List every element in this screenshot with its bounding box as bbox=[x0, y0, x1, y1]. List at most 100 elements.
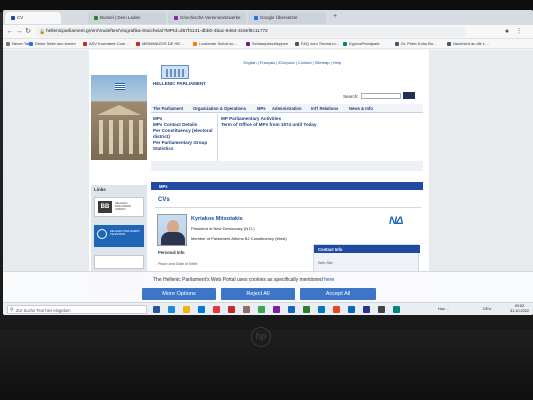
bookmark[interactable]: Neuer Tab bbox=[6, 41, 30, 46]
bookmark-icon bbox=[447, 41, 451, 46]
browser-tab[interactable]: Google Übersetzer bbox=[248, 12, 326, 24]
profile-icon[interactable]: ● bbox=[503, 28, 511, 36]
mps-submenu-right: MP Parliamentary Activities Term of Offi… bbox=[221, 116, 341, 128]
bookmark[interactable]: Lockende Sofort so… bbox=[193, 41, 237, 46]
link-banner[interactable] bbox=[94, 255, 144, 269]
lock-icon: 🔒 bbox=[39, 29, 46, 35]
menu-item-administration[interactable]: Administration bbox=[272, 106, 302, 111]
column-shape bbox=[99, 120, 103, 154]
taskbar-app-icon[interactable] bbox=[318, 306, 325, 313]
tab-label: Bunsel | Dein Laden bbox=[100, 15, 141, 20]
bookmark-icon bbox=[6, 41, 10, 46]
section-bar-label: MPs bbox=[159, 183, 168, 189]
tv-link[interactable]: HELLENIC PARLIAMENT TELEVISION bbox=[94, 225, 144, 247]
submenu-statistics[interactable]: Statistics bbox=[153, 146, 215, 152]
language-indicator[interactable]: DEU bbox=[483, 306, 491, 311]
taskbar-search[interactable]: ⚲ Zur Suche Text hier eingeben bbox=[7, 305, 147, 314]
search-button[interactable] bbox=[403, 92, 415, 99]
bookmark-icon bbox=[295, 41, 299, 46]
browser-tab-strip: CV Bunsel | Dein Laden Griechische Verei… bbox=[3, 10, 533, 25]
cookie-banner: The Hellenic Parliament's Web Portal use… bbox=[3, 271, 533, 302]
windows-taskbar: ⚲ Zur Suche Text hier eingeben Nac… DEU 0… bbox=[3, 302, 533, 315]
bookmark[interactable]: KyprosPrivatpark bbox=[343, 41, 379, 46]
forward-icon[interactable]: → bbox=[15, 28, 23, 36]
bookmark-label: Lockende Sofort so… bbox=[199, 41, 238, 46]
party-logo-icon: ΝΔ bbox=[389, 215, 419, 231]
taskbar-app-icon[interactable] bbox=[258, 306, 265, 313]
portrait-body-shape bbox=[161, 232, 185, 245]
back-icon[interactable]: ← bbox=[6, 28, 14, 36]
tab-label: Google Übersetzer bbox=[260, 15, 298, 20]
taskbar-app-icon[interactable] bbox=[303, 306, 310, 313]
taskbar-app-icon[interactable] bbox=[198, 306, 205, 313]
taskbar-app-icon[interactable] bbox=[228, 306, 235, 313]
bookmark-icon bbox=[246, 41, 250, 46]
bookmark[interactable]: Nachricht an die L… bbox=[447, 41, 489, 46]
cookie-text: The Hellenic Parliament's Web Portal use… bbox=[153, 277, 334, 283]
browser-tab[interactable]: Griechische Vereinsnetzwerke bbox=[168, 12, 246, 24]
parliament-building-image bbox=[91, 75, 147, 160]
photo-frame: CV Bunsel | Dein Laden Griechische Verei… bbox=[0, 0, 533, 400]
reject-all-button[interactable]: Reject All bbox=[221, 288, 295, 300]
weather-widget[interactable]: Nac… bbox=[438, 306, 449, 311]
submenu-per-constituency[interactable]: Per Constituency (electoral district) bbox=[153, 128, 215, 140]
personal-info-heading: Personal Info bbox=[158, 250, 185, 255]
browser-toolbar: ← → ↻ 🔒 hellenicparliament.gr/en/Vouleft… bbox=[3, 25, 533, 39]
address-bar[interactable]: 🔒 hellenicparliament.gr/en/Vouleftes/Vio… bbox=[36, 27, 466, 37]
taskbar-app-icon[interactable] bbox=[348, 306, 355, 313]
greek-flag-icon bbox=[115, 83, 125, 90]
menu-item-intl-relations[interactable]: Int'l Relations bbox=[311, 106, 338, 111]
submenu-term-of-office[interactable]: Term of Office of MPs from 1974 until To… bbox=[221, 122, 341, 128]
taskbar-app-icon[interactable] bbox=[273, 306, 280, 313]
tab-label: Griechische Vereinsnetzwerke bbox=[180, 15, 241, 20]
taskbar-app-icon[interactable] bbox=[393, 306, 400, 313]
taskbar-app-icon[interactable] bbox=[363, 306, 370, 313]
bookmark-icon bbox=[395, 41, 399, 46]
reload-icon[interactable]: ↻ bbox=[24, 28, 32, 36]
tab-favicon-icon bbox=[254, 15, 258, 20]
bookmark-label: Schlampeschleppen bbox=[252, 41, 289, 46]
menu-item-news[interactable]: News & Info bbox=[349, 106, 373, 111]
tab-favicon-icon bbox=[94, 15, 98, 20]
bookmark[interactable]: ASV Koerdarte Com… bbox=[83, 41, 129, 46]
accept-all-button[interactable]: Accept All bbox=[300, 288, 376, 300]
taskbar-app-icon[interactable] bbox=[168, 306, 175, 313]
divider bbox=[155, 207, 421, 208]
section-bar: MPs bbox=[151, 182, 423, 190]
bookmark-label: Deine Seite neu lernen bbox=[35, 41, 76, 46]
taskbar-app-icon[interactable] bbox=[183, 306, 190, 313]
menu-item-organization[interactable]: Organization & Operations bbox=[193, 106, 246, 111]
cookie-here-link[interactable]: here bbox=[324, 277, 334, 283]
menu-item-mps[interactable]: MPs bbox=[257, 106, 266, 111]
taskbar-app-icon[interactable] bbox=[378, 306, 385, 313]
browser-tab-cv[interactable]: CV bbox=[5, 12, 61, 24]
library-logo-icon: BB bbox=[98, 201, 112, 213]
pediment-shape bbox=[97, 105, 141, 115]
laptop-screen: CV Bunsel | Dein Laden Griechische Verei… bbox=[3, 10, 533, 315]
menu-item-parliament[interactable]: The Parliament bbox=[153, 106, 183, 111]
bookmark[interactable]: MEIMMAZOS DE HE… bbox=[136, 41, 184, 46]
parliament-emblem-icon bbox=[161, 65, 189, 79]
taskbar-app-icon[interactable] bbox=[213, 306, 220, 313]
browser-tab[interactable]: Bunsel | Dein Laden bbox=[88, 12, 166, 24]
utility-links[interactable]: English | Français | Ελληνικά | Contact … bbox=[244, 60, 342, 65]
bookmark-icon bbox=[193, 41, 197, 46]
taskbar-app-icon[interactable] bbox=[243, 306, 250, 313]
library-text: HELLENIC PARLIAMENT LIBRARY bbox=[115, 202, 132, 211]
parliament-logo[interactable]: HELLENIC PARLIAMENT bbox=[153, 63, 206, 87]
bookmark[interactable]: Dr. Peter Kuhs Bu… bbox=[395, 41, 437, 46]
new-tab-icon[interactable]: + bbox=[331, 13, 339, 21]
menu-icon[interactable]: ⋮ bbox=[515, 28, 523, 36]
clock[interactable]: 09:52 31.10.2022 bbox=[510, 304, 529, 313]
bookmark[interactable]: FAQ zum Thema m… bbox=[295, 41, 340, 46]
bookmark[interactable]: Deine Seite neu lernen bbox=[29, 41, 76, 46]
search-input[interactable] bbox=[361, 93, 401, 99]
address-text: hellenicparliament.gr/en/Vouleftes/Viogr… bbox=[46, 29, 268, 34]
taskbar-app-icon[interactable] bbox=[288, 306, 295, 313]
taskbar-app-icon[interactable] bbox=[333, 306, 340, 313]
taskbar-app-icon[interactable] bbox=[153, 306, 160, 313]
page-title: CVs bbox=[158, 197, 170, 203]
bookmark[interactable]: Schlampeschleppen bbox=[246, 41, 288, 46]
library-link[interactable]: BB HELLENIC PARLIAMENT LIBRARY bbox=[94, 197, 144, 217]
more-options-button[interactable]: More Options bbox=[142, 288, 216, 300]
